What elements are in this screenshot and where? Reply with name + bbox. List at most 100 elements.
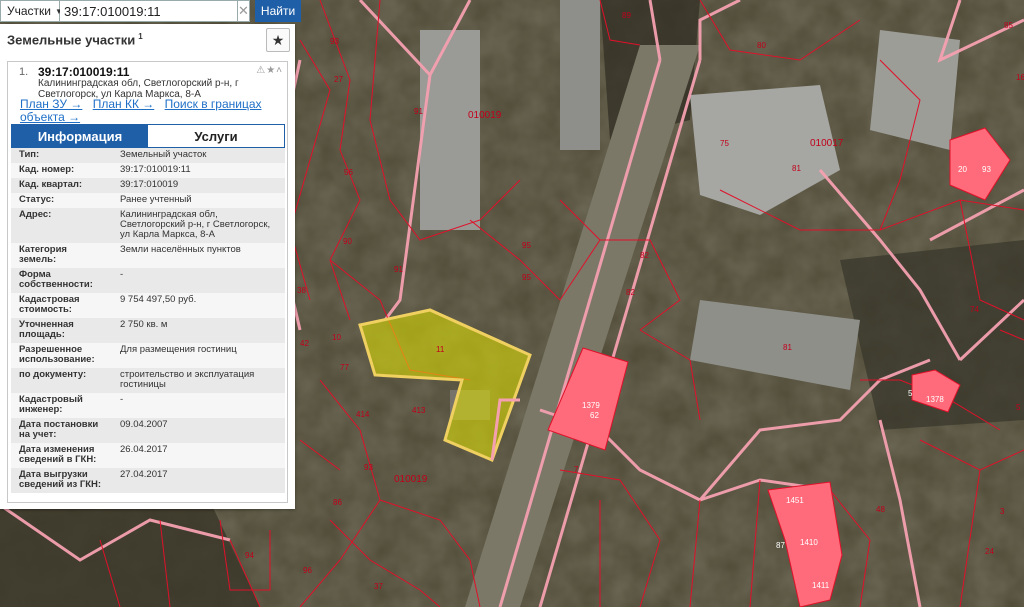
info-value: Земли населённых пунктов bbox=[106, 243, 285, 268]
info-value: Калининградская обл, Светлогорский р-н, … bbox=[106, 208, 285, 243]
info-row: Разрешенное использование: Для размещения… bbox=[11, 343, 285, 368]
result-links: План ЗУ → План КК → Поиск в границах объ… bbox=[20, 98, 282, 124]
panel-header: Земельные участки 1 ★ bbox=[0, 24, 295, 56]
info-value[interactable]: 39:17:010019 bbox=[106, 178, 285, 193]
chevron-up-icon[interactable]: ˄ bbox=[276, 65, 283, 76]
info-value: 26.04.2017 bbox=[106, 443, 285, 468]
star-icon: ★ bbox=[271, 31, 285, 48]
star-icon[interactable]: ★ bbox=[266, 65, 276, 76]
info-row: Кадастровая стоимость: 9 754 497,50 руб. bbox=[11, 293, 285, 318]
info-value: - bbox=[106, 393, 285, 418]
building bbox=[420, 30, 480, 230]
parcel-label: 82 bbox=[640, 251, 649, 260]
info-key: Дата выгрузки сведений из ГКН: bbox=[11, 468, 106, 493]
favorites-button[interactable]: ★ bbox=[266, 28, 290, 52]
info-key: Кадастровая стоимость: bbox=[11, 293, 106, 318]
info-key: Категория земель: bbox=[11, 243, 106, 268]
info-value: Для размещения гостиниц bbox=[106, 343, 285, 368]
parcel-label: 10 bbox=[332, 333, 341, 342]
parcel-label: 85 bbox=[1004, 21, 1013, 30]
parcel-label: 87 bbox=[776, 541, 785, 550]
result-index: 1. bbox=[19, 66, 29, 78]
info-row: Кадастровый инженер: - bbox=[11, 393, 285, 418]
info-key: Разрешенное использование: bbox=[11, 343, 106, 368]
info-row: Форма собственности: - bbox=[11, 268, 285, 293]
info-key: Уточненная площадь: bbox=[11, 318, 106, 343]
panel-title: Земельные участки 1 bbox=[7, 32, 143, 48]
parcel-label: 95 bbox=[522, 273, 531, 282]
info-value: 27.04.2017 bbox=[106, 468, 285, 493]
parcel-label: 20 bbox=[958, 165, 967, 174]
parcel-label: 413 bbox=[412, 406, 426, 415]
parcel-label: 37 bbox=[374, 582, 383, 591]
building bbox=[870, 30, 960, 150]
parcel-label: 56 bbox=[344, 168, 353, 177]
parcel-label: 16 bbox=[1016, 73, 1024, 82]
plan-kk-link[interactable]: План КК → bbox=[93, 97, 155, 111]
result-tabs: Информация Услуги bbox=[11, 124, 285, 148]
tab-services[interactable]: Услуги bbox=[148, 125, 284, 147]
info-key: Адрес: bbox=[11, 208, 106, 243]
info-key: Форма собственности: bbox=[11, 268, 106, 293]
parcel-label: 81 bbox=[783, 343, 792, 352]
parcel-label: 86 bbox=[333, 498, 342, 507]
parcel-label: 24 bbox=[985, 547, 994, 556]
parcel-label: 94 bbox=[245, 551, 254, 560]
search-type-label: Участки bbox=[7, 4, 51, 18]
parcel-label: 91 bbox=[394, 265, 403, 274]
results-panel: Земельные участки 1 ★ 1. 39:17:010019:11 … bbox=[0, 24, 295, 509]
close-icon[interactable]: ✕ bbox=[238, 0, 250, 22]
result-count: 1 bbox=[138, 32, 143, 42]
parcel-label: 5 bbox=[1016, 403, 1021, 412]
info-key: Статус: bbox=[11, 193, 106, 208]
info-key: Кадастровый инженер: bbox=[11, 393, 106, 418]
parcel-label: 82 bbox=[626, 288, 635, 297]
plan-zu-link[interactable]: План ЗУ → bbox=[20, 97, 82, 111]
parcel-label: 93 bbox=[982, 165, 991, 174]
parcel-label: 1378 bbox=[926, 395, 944, 404]
info-key: Дата постановки на учет: bbox=[11, 418, 106, 443]
parcel-label: 96 bbox=[303, 566, 312, 575]
parcel-label: 95 bbox=[522, 241, 531, 250]
parcel-label: 74 bbox=[970, 305, 979, 314]
info-row: Дата изменения сведений в ГКН: 26.04.2017 bbox=[11, 443, 285, 468]
info-key: Дата изменения сведений в ГКН: bbox=[11, 443, 106, 468]
building bbox=[560, 0, 600, 150]
result-cadastral-number[interactable]: 39:17:010019:11 bbox=[38, 65, 129, 79]
info-value[interactable]: 39:17:010019:11 bbox=[106, 163, 285, 178]
quarter-label: 010019 bbox=[394, 474, 428, 485]
warning-icon[interactable]: ⚠ bbox=[256, 65, 266, 76]
parcel-label: 93 bbox=[330, 37, 339, 46]
parcel-label: 1379 bbox=[582, 401, 600, 410]
info-key: Кад. квартал: bbox=[11, 178, 106, 193]
card-actions: ⚠★˄ bbox=[256, 65, 283, 76]
info-value: 09.04.2007 bbox=[106, 418, 285, 443]
info-value: Ранее учтенный bbox=[106, 193, 285, 208]
info-row: Кад. номер: 39:17:010019:11 bbox=[11, 163, 285, 178]
info-value: 2 750 кв. м bbox=[106, 318, 285, 343]
search-input[interactable] bbox=[60, 0, 238, 22]
info-key: Тип: bbox=[11, 148, 106, 163]
parcel-label: 89 bbox=[622, 11, 631, 20]
parcel-label: 62 bbox=[590, 411, 599, 420]
info-row: Тип: Земельный участок bbox=[11, 148, 285, 163]
info-table: Тип: Земельный участок Кад. номер: 39:17:01… bbox=[11, 148, 285, 493]
parcel-label: 1410 bbox=[800, 538, 818, 547]
info-value: Земельный участок bbox=[106, 148, 285, 163]
result-card: 1. 39:17:010019:11 Калининградская обл, … bbox=[7, 61, 288, 503]
info-row: Кад. квартал: 39:17:010019 bbox=[11, 178, 285, 193]
info-row: по документу: строительство и эксплуатаци… bbox=[11, 368, 285, 393]
parcel-label: 11 bbox=[436, 345, 445, 354]
tab-information[interactable]: Информация bbox=[12, 125, 148, 147]
search-type-dropdown[interactable]: Участки ▼ bbox=[0, 0, 63, 22]
info-row: Дата выгрузки сведений из ГКН: 27.04.2017 bbox=[11, 468, 285, 493]
info-row: Статус: Ранее учтенный bbox=[11, 193, 285, 208]
parcel-label: 77 bbox=[340, 363, 349, 372]
parcel-label: 1411 bbox=[812, 581, 830, 590]
search-button[interactable]: Найти bbox=[254, 0, 302, 22]
parcel-label: 5 bbox=[908, 389, 913, 398]
quarter-label: 010019 bbox=[468, 110, 502, 121]
parcel-label: 91 bbox=[414, 107, 423, 116]
parcel-label: 80 bbox=[757, 41, 766, 50]
parcel-label: 414 bbox=[356, 410, 370, 419]
